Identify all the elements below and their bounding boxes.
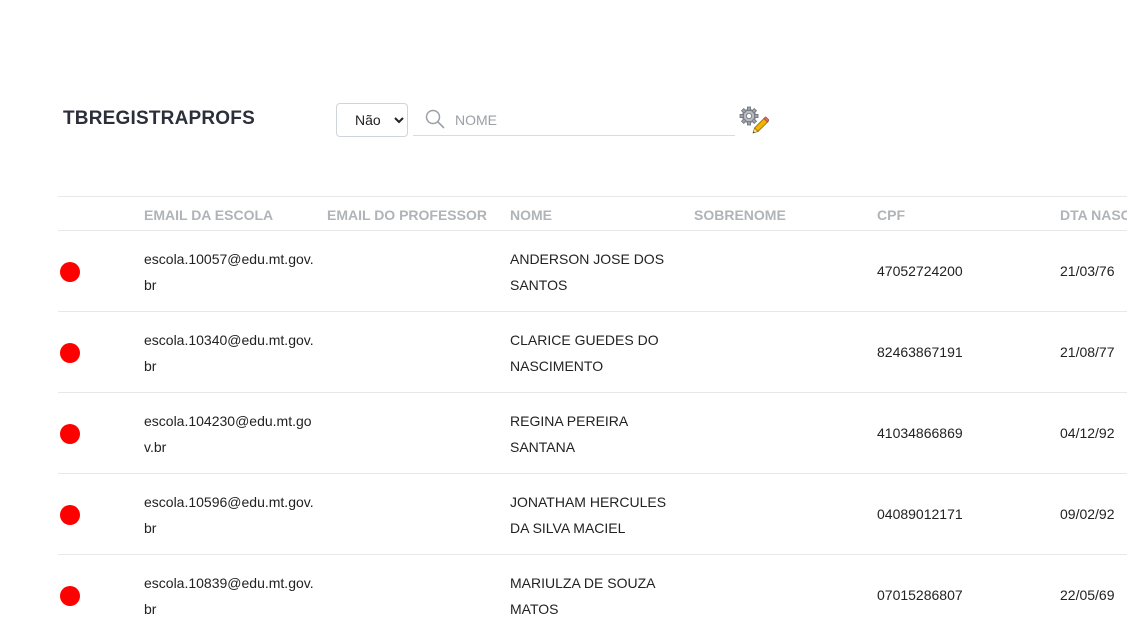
cell-cpf: 41034866869 — [877, 425, 963, 441]
search-input[interactable] — [453, 107, 727, 133]
page: TBREGISTRAPROFS Não NOME EMAIL DA ESCOLA… — [0, 0, 1127, 618]
cell-cpf: 07015286807 — [877, 587, 963, 603]
cell-dta-nasc: 09/02/92 — [1060, 506, 1115, 522]
cell-nome: ANDERSON JOSE DOS SANTOS — [510, 251, 665, 293]
table-body: escola.10057@edu.mt.gov.br ANDERSON JOSE… — [58, 231, 1127, 618]
filter-select[interactable]: Não — [336, 103, 408, 137]
cell-cpf: 82463867191 — [877, 344, 963, 360]
status-indicator — [60, 424, 80, 444]
status-indicator — [60, 262, 80, 282]
cell-dta-nasc: 21/08/77 — [1060, 344, 1115, 360]
settings-button[interactable] — [739, 106, 770, 136]
cell-nome: CLARICE GUEDES DO NASCIMENTO — [510, 332, 659, 374]
status-indicator — [60, 343, 80, 363]
cell-email-escola: escola.10057@edu.mt.gov.br — [144, 251, 314, 293]
table-header: EMAIL DA ESCOLA EMAIL DO PROFESSOR NOME … — [58, 196, 1127, 231]
cell-dta-nasc: 04/12/92 — [1060, 425, 1115, 441]
cell-email-escola: escola.10839@edu.mt.gov.br — [144, 575, 314, 617]
table-row[interactable]: escola.10596@edu.mt.gov.br JONATHAM HERC… — [58, 474, 1127, 555]
gear-pencil-icon — [739, 106, 770, 134]
table-row[interactable]: escola.10057@edu.mt.gov.br ANDERSON JOSE… — [58, 231, 1127, 312]
cell-dta-nasc: 21/03/76 — [1060, 263, 1115, 279]
cell-nome: JONATHAM HERCULES DA SILVA MACIEL — [510, 494, 667, 536]
column-header-dta-nasc[interactable]: DTA NASC — [1060, 207, 1127, 223]
cell-email-escola: escola.104230@edu.mt.gov.br — [144, 413, 312, 455]
cell-dta-nasc: 22/05/69 — [1060, 587, 1115, 603]
column-header-cpf[interactable]: CPF — [877, 207, 905, 223]
table-row[interactable]: escola.10839@edu.mt.gov.br MARIULZA DE S… — [58, 555, 1127, 618]
cell-nome: REGINA PEREIRA SANTANA — [510, 413, 628, 455]
column-header-email-professor[interactable]: EMAIL DO PROFESSOR — [327, 207, 487, 223]
page-title: TBREGISTRAPROFS — [63, 108, 255, 129]
search-icon — [425, 109, 445, 129]
table-row[interactable]: escola.10340@edu.mt.gov.br CLARICE GUEDE… — [58, 312, 1127, 393]
cell-email-escola: escola.10340@edu.mt.gov.br — [144, 332, 314, 374]
table-row[interactable]: escola.104230@edu.mt.gov.br REGINA PEREI… — [58, 393, 1127, 474]
cell-cpf: 04089012171 — [877, 506, 963, 522]
column-header-sobrenome[interactable]: SOBRENOME — [694, 207, 786, 223]
cell-nome: MARIULZA DE SOUZA MATOS — [510, 575, 655, 617]
column-header-email-escola[interactable]: EMAIL DA ESCOLA — [144, 207, 273, 223]
cell-cpf: 47052724200 — [877, 263, 963, 279]
column-header-nome[interactable]: NOME — [510, 207, 552, 223]
search-bar — [413, 103, 735, 136]
status-indicator — [60, 586, 80, 606]
status-indicator — [60, 505, 80, 525]
cell-email-escola: escola.10596@edu.mt.gov.br — [144, 494, 314, 536]
